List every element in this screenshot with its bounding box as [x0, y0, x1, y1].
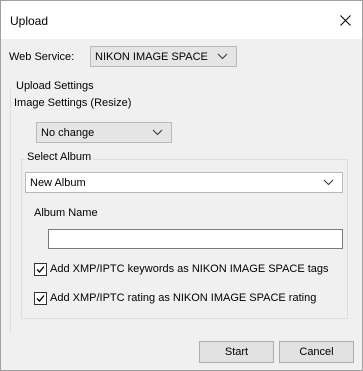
web-service-select[interactable]: NIKON IMAGE SPACE — [90, 46, 237, 67]
chevron-down-icon — [323, 179, 334, 186]
rating-checkbox[interactable] — [34, 292, 47, 305]
close-button[interactable] — [328, 1, 362, 39]
album-select-value: New Album — [30, 176, 86, 189]
upload-settings-legend: Upload Settings — [14, 80, 96, 92]
checkmark-icon — [36, 295, 45, 302]
image-settings-label: Image Settings (Resize) — [14, 97, 132, 109]
keywords-checkbox-label: Add XMP/IPTC keywords as NIKON IMAGE SPA… — [50, 263, 329, 275]
album-name-label: Album Name — [34, 207, 98, 219]
album-select[interactable]: New Album — [25, 172, 343, 193]
upload-dialog: Upload Web Service: NIKON IMAGE SPACE Up… — [0, 0, 363, 371]
cancel-button[interactable]: Cancel — [279, 341, 354, 363]
chevron-down-icon — [217, 53, 228, 60]
chevron-down-icon — [152, 129, 163, 136]
keywords-checkbox[interactable] — [34, 263, 47, 276]
web-service-label: Web Service: — [9, 51, 75, 63]
keywords-checkbox-row[interactable]: Add XMP/IPTC keywords as NIKON IMAGE SPA… — [34, 263, 354, 278]
checkmark-icon — [36, 266, 45, 273]
close-icon — [339, 14, 351, 26]
resize-select[interactable]: No change — [36, 122, 172, 143]
start-button[interactable]: Start — [199, 341, 274, 363]
select-album-legend: Select Album — [25, 151, 94, 163]
window-title: Upload — [10, 14, 49, 28]
web-service-value: NIKON IMAGE SPACE — [95, 50, 208, 63]
rating-checkbox-label: Add XMP/IPTC rating as NIKON IMAGE SPACE… — [50, 292, 317, 304]
title-bar: Upload — [1, 1, 362, 39]
album-name-field[interactable] — [48, 229, 343, 249]
resize-value: No change — [41, 126, 95, 139]
rating-checkbox-row[interactable]: Add XMP/IPTC rating as NIKON IMAGE SPACE… — [34, 292, 354, 307]
